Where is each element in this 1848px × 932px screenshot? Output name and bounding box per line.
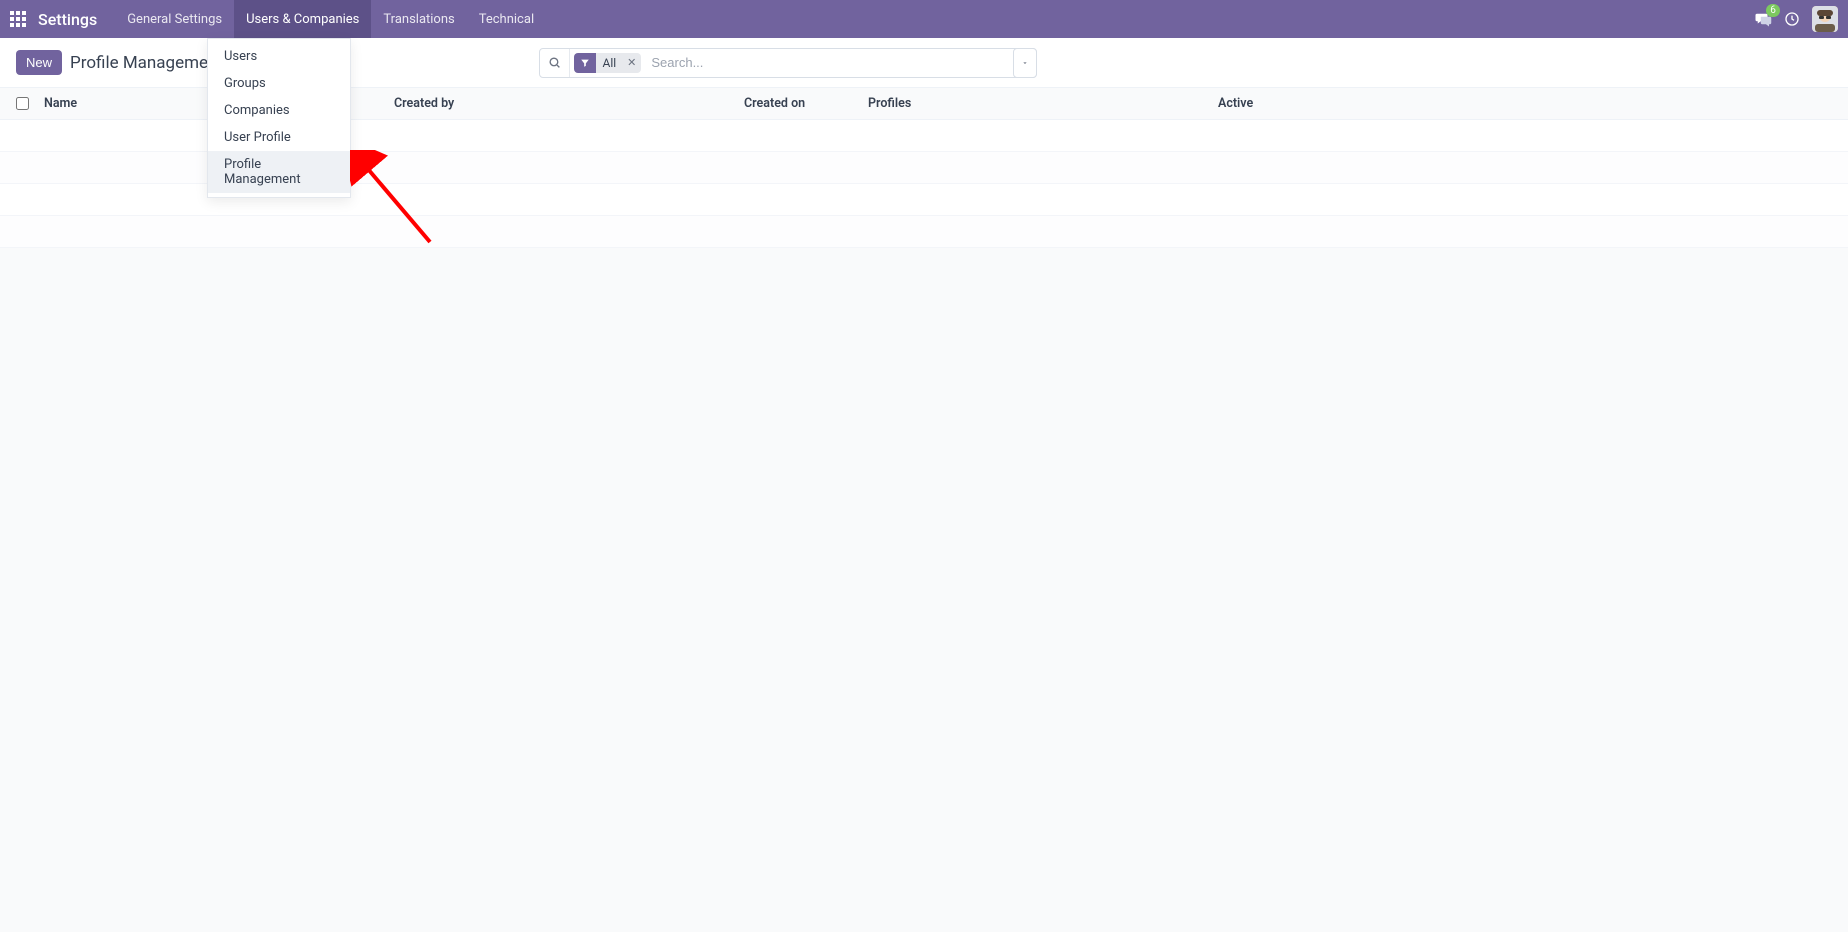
- dd-item-users[interactable]: Users: [208, 43, 350, 70]
- filter-chip-label: All: [596, 53, 622, 73]
- dd-item-groups[interactable]: Groups: [208, 70, 350, 97]
- search-input[interactable]: [645, 55, 1036, 70]
- menu-technical[interactable]: Technical: [467, 0, 546, 38]
- new-button[interactable]: New: [16, 50, 62, 75]
- column-created-on[interactable]: Created on: [744, 96, 868, 111]
- column-created-by[interactable]: Created by: [394, 96, 744, 111]
- menu-general-settings[interactable]: General Settings: [115, 0, 234, 38]
- messaging-button[interactable]: 6: [1754, 10, 1772, 28]
- filter-chip-close[interactable]: ✕: [622, 53, 641, 73]
- column-active[interactable]: Active: [1218, 96, 1832, 111]
- menu-users-companies[interactable]: Users & Companies: [234, 0, 371, 38]
- breadcrumb: Profile Management: [70, 53, 223, 73]
- users-companies-dropdown: Users Groups Companies User Profile Prof…: [207, 38, 351, 198]
- dd-item-profile-management[interactable]: Profile Management: [208, 151, 350, 193]
- dd-item-user-profile[interactable]: User Profile: [208, 124, 350, 151]
- select-all-checkbox[interactable]: [16, 97, 29, 110]
- table-row[interactable]: [0, 216, 1848, 248]
- avatar[interactable]: [1812, 6, 1838, 32]
- apps-icon[interactable]: [10, 11, 26, 27]
- menu-translations[interactable]: Translations: [371, 0, 466, 38]
- topbar-right: 6: [1754, 6, 1838, 32]
- app-title[interactable]: Settings: [38, 10, 97, 29]
- dd-item-companies[interactable]: Companies: [208, 97, 350, 124]
- caret-down-icon: [1021, 59, 1029, 67]
- search-dropdown-toggle[interactable]: [1013, 48, 1037, 78]
- activity-icon[interactable]: [1784, 11, 1800, 27]
- topbar-menu: General Settings Users & Companies Trans…: [115, 0, 546, 38]
- notification-count: 6: [1766, 4, 1780, 17]
- funnel-icon: [574, 53, 596, 73]
- filter-chip-all: All ✕: [574, 53, 641, 73]
- search-icon[interactable]: [540, 49, 570, 77]
- topbar: Settings General Settings Users & Compan…: [0, 0, 1848, 38]
- column-profiles[interactable]: Profiles: [868, 96, 1218, 111]
- searchbox: All ✕: [539, 48, 1037, 78]
